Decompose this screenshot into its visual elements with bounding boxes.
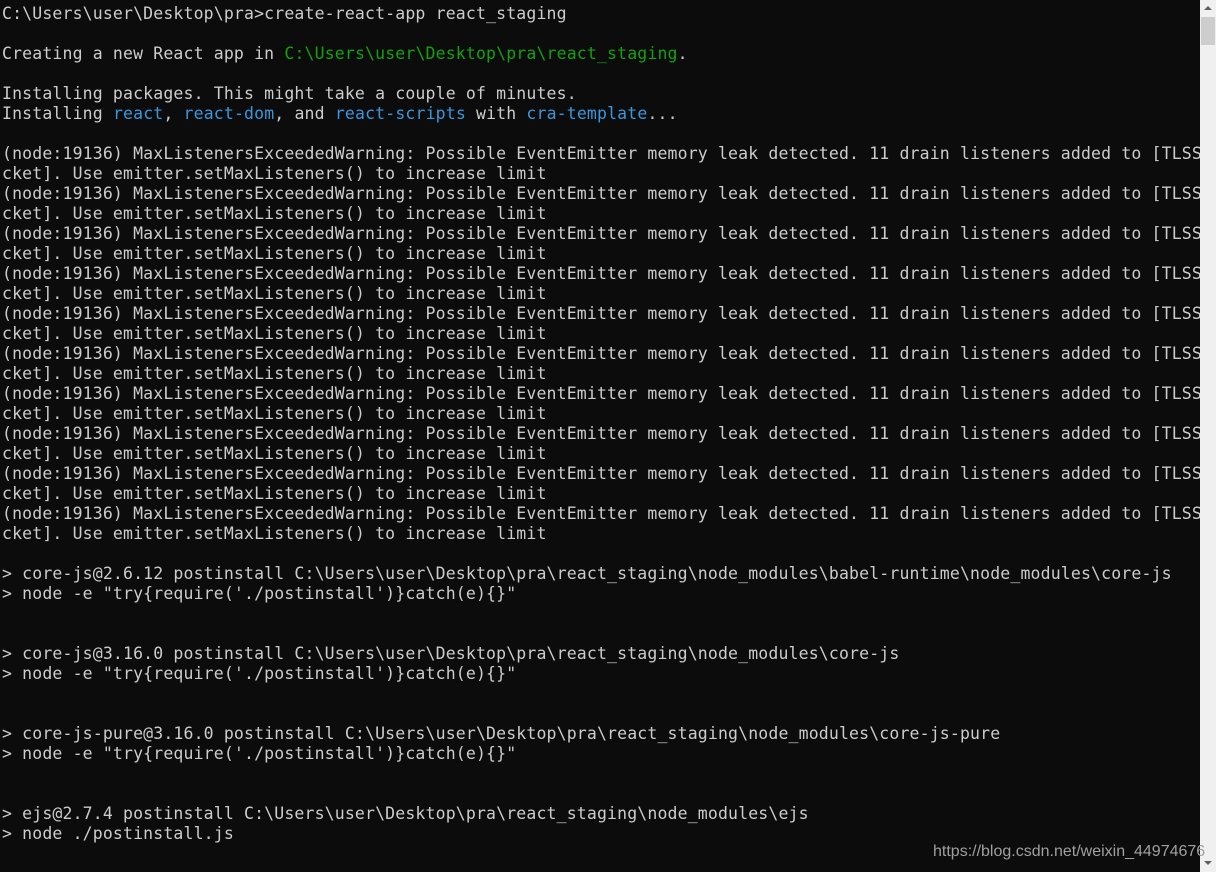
terminal-text-segment: cket]. Use emitter.setMaxListeners() to … [2, 364, 547, 383]
terminal-line: (node:19136) MaxListenersExceededWarning… [2, 424, 1200, 444]
terminal-line: > core-js@3.16.0 postinstall C:\Users\us… [2, 644, 1200, 664]
terminal-text-segment: (node:19136) MaxListenersExceededWarning… [2, 424, 1200, 443]
terminal-text-segment: cket]. Use emitter.setMaxListeners() to … [2, 164, 547, 183]
watermark-text: https://blog.csdn.net/weixin_44974676 [933, 843, 1206, 860]
terminal-text-segment: > core-js-pure@3.16.0 postinstall C:\Use… [2, 724, 1001, 743]
terminal-text-segment: (node:19136) MaxListenersExceededWarning… [2, 224, 1200, 243]
terminal-line: Installing react, react-dom, and react-s… [2, 104, 1200, 124]
terminal-line: cket]. Use emitter.setMaxListeners() to … [2, 284, 1200, 304]
terminal-line: > node -e "try{require('./postinstall')}… [2, 744, 1200, 764]
terminal-line: cket]. Use emitter.setMaxListeners() to … [2, 404, 1200, 424]
terminal-text-segment: (node:19136) MaxListenersExceededWarning… [2, 304, 1200, 323]
terminal-text-segment: Installing packages. This might take a c… [2, 84, 577, 103]
scroll-up-arrow-icon[interactable] [1200, 0, 1216, 17]
terminal-text-segment: with [465, 104, 527, 123]
terminal-text-segment: (node:19136) MaxListenersExceededWarning… [2, 344, 1200, 363]
terminal-text-segment: react [112, 104, 164, 123]
terminal-line: (node:19136) MaxListenersExceededWarning… [2, 384, 1200, 404]
terminal-window[interactable]: C:\Users\user\Desktop\pra>create-react-a… [0, 0, 1200, 872]
terminal-line: > core-js-pure@3.16.0 postinstall C:\Use… [2, 724, 1200, 744]
terminal-text-segment: > core-js@2.6.12 postinstall C:\Users\us… [2, 564, 1172, 583]
terminal-line: cket]. Use emitter.setMaxListeners() to … [2, 324, 1200, 344]
terminal-line: C:\Users\user\Desktop\pra>create-react-a… [2, 4, 1200, 24]
scrollbar-thumb[interactable] [1201, 17, 1215, 45]
terminal-text-segment: Creating a new React app in [2, 44, 285, 63]
terminal-text-segment: > core-js@3.16.0 postinstall C:\Users\us… [2, 644, 900, 663]
terminal-output: C:\Users\user\Desktop\pra>create-react-a… [2, 4, 1200, 844]
terminal-text-segment: cket]. Use emitter.setMaxListeners() to … [2, 524, 547, 543]
terminal-line: cket]. Use emitter.setMaxListeners() to … [2, 484, 1200, 504]
terminal-text-segment: > ejs@2.7.4 postinstall C:\Users\user\De… [2, 804, 809, 823]
terminal-text-segment: cket]. Use emitter.setMaxListeners() to … [2, 244, 547, 263]
terminal-line: > core-js@2.6.12 postinstall C:\Users\us… [2, 564, 1200, 584]
terminal-line: cket]. Use emitter.setMaxListeners() to … [2, 204, 1200, 224]
terminal-text-segment: cket]. Use emitter.setMaxListeners() to … [2, 484, 547, 503]
terminal-text-segment: (node:19136) MaxListenersExceededWarning… [2, 184, 1200, 203]
terminal-text-segment: , and [274, 104, 335, 123]
terminal-line: (node:19136) MaxListenersExceededWarning… [2, 344, 1200, 364]
terminal-text-segment: > node -e "try{require('./postinstall')}… [2, 744, 517, 763]
terminal-text-segment: cket]. Use emitter.setMaxListeners() to … [2, 404, 547, 423]
terminal-line: Creating a new React app in C:\Users\use… [2, 44, 1200, 64]
terminal-line: cket]. Use emitter.setMaxListeners() to … [2, 244, 1200, 264]
terminal-line: > ejs@2.7.4 postinstall C:\Users\user\De… [2, 804, 1200, 824]
terminal-text-segment: react-scripts [334, 104, 466, 123]
terminal-line: cket]. Use emitter.setMaxListeners() to … [2, 364, 1200, 384]
terminal-text-segment: (node:19136) MaxListenersExceededWarning… [2, 264, 1200, 283]
terminal-text-segment: , [163, 104, 184, 123]
terminal-line: cket]. Use emitter.setMaxListeners() to … [2, 524, 1200, 544]
terminal-text-segment: (node:19136) MaxListenersExceededWarning… [2, 384, 1200, 403]
terminal-line: (node:19136) MaxListenersExceededWarning… [2, 224, 1200, 244]
terminal-text-segment: ... [647, 104, 678, 123]
terminal-line: (node:19136) MaxListenersExceededWarning… [2, 304, 1200, 324]
terminal-text-segment: react-dom [183, 104, 275, 123]
terminal-text-segment: (node:19136) MaxListenersExceededWarning… [2, 144, 1200, 163]
terminal-line: > node ./postinstall.js [2, 824, 1200, 844]
terminal-line: (node:19136) MaxListenersExceededWarning… [2, 184, 1200, 204]
terminal-line: cket]. Use emitter.setMaxListeners() to … [2, 164, 1200, 184]
terminal-line: (node:19136) MaxListenersExceededWarning… [2, 264, 1200, 284]
vertical-scrollbar[interactable] [1200, 0, 1216, 872]
terminal-text-segment: (node:19136) MaxListenersExceededWarning… [2, 504, 1200, 523]
terminal-text-segment: > node -e "try{require('./postinstall')}… [2, 584, 517, 603]
terminal-line: (node:19136) MaxListenersExceededWarning… [2, 144, 1200, 164]
terminal-text-segment: cket]. Use emitter.setMaxListeners() to … [2, 444, 547, 463]
terminal-text-segment: cket]. Use emitter.setMaxListeners() to … [2, 324, 547, 343]
terminal-line: > node -e "try{require('./postinstall')}… [2, 584, 1200, 604]
terminal-text-segment: cket]. Use emitter.setMaxListeners() to … [2, 284, 547, 303]
terminal-text-segment: Installing [2, 104, 113, 123]
terminal-text-segment: > node -e "try{require('./postinstall')}… [2, 664, 517, 683]
terminal-line: (node:19136) MaxListenersExceededWarning… [2, 464, 1200, 484]
terminal-line: Installing packages. This might take a c… [2, 84, 1200, 104]
terminal-text-segment: C:\Users\user\Desktop\pra>create-react-a… [2, 4, 567, 23]
terminal-text-segment: C:\Users\user\Desktop\pra\react_staging [284, 44, 678, 63]
terminal-text-segment: cket]. Use emitter.setMaxListeners() to … [2, 204, 547, 223]
terminal-text-segment: cra-template [526, 104, 648, 123]
terminal-text-segment: (node:19136) MaxListenersExceededWarning… [2, 464, 1200, 483]
terminal-text-segment: . [677, 44, 688, 63]
terminal-line: cket]. Use emitter.setMaxListeners() to … [2, 444, 1200, 464]
terminal-text-segment: > node ./postinstall.js [2, 824, 234, 843]
terminal-line: > node -e "try{require('./postinstall')}… [2, 664, 1200, 684]
terminal-line: (node:19136) MaxListenersExceededWarning… [2, 504, 1200, 524]
